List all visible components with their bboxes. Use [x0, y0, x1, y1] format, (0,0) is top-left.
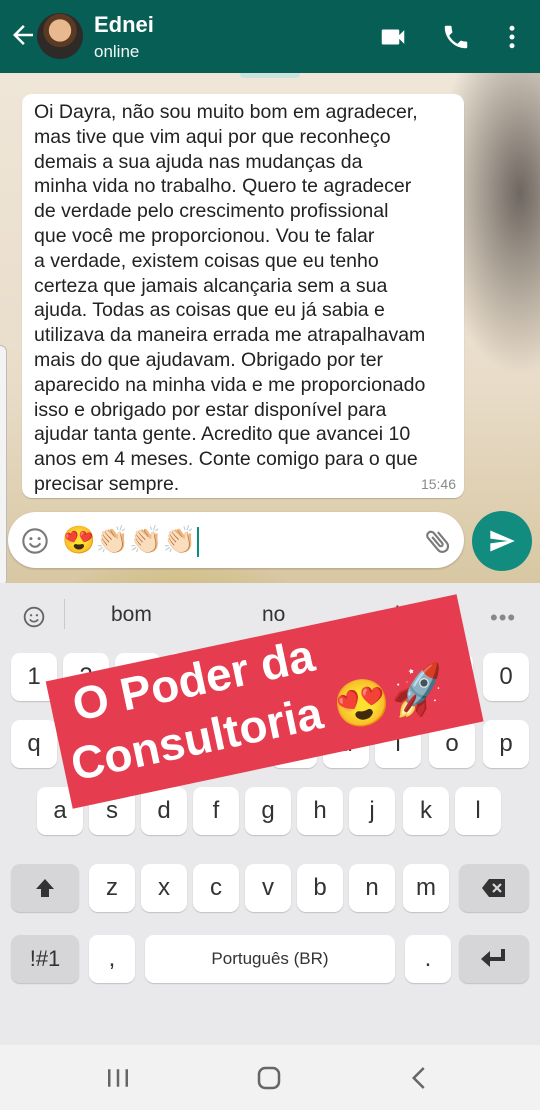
emoji-toggle-icon[interactable] [20, 603, 48, 631]
arrow-left-icon[interactable] [8, 20, 38, 50]
key[interactable]: v [245, 864, 291, 912]
enter-icon [481, 949, 505, 967]
message-time: 15:46 [420, 476, 456, 492]
avatar[interactable] [37, 13, 83, 59]
more-vert-icon[interactable] [497, 22, 527, 52]
contact-name[interactable]: Ednei [94, 12, 154, 38]
chat-header: Ednei online [0, 0, 540, 73]
key[interactable]: l [455, 787, 501, 835]
text-caret [197, 526, 200, 557]
key[interactable]: g [245, 787, 291, 835]
key[interactable]: k [403, 787, 449, 835]
period-key[interactable]: . [405, 935, 451, 983]
message-text: Oi Dayra, não sou muito bom em agradecer… [34, 101, 426, 495]
key[interactable]: f [193, 787, 239, 835]
key[interactable]: m [403, 864, 449, 912]
key[interactable]: j [349, 787, 395, 835]
key[interactable]: x [141, 864, 187, 912]
edge-panel-handle[interactable] [0, 345, 7, 587]
key[interactable]: z [89, 864, 135, 912]
suggestion-1[interactable]: bom [111, 603, 152, 627]
backspace-icon [482, 879, 505, 897]
system-nav-bar [0, 1045, 540, 1110]
message-input[interactable]: 😍👏🏻👏🏻👏🏻 [62, 522, 200, 558]
suggestion-divider [64, 599, 65, 629]
message-input-value: 😍👏🏻👏🏻👏🏻 [62, 525, 197, 555]
space-key[interactable]: Português (BR) [145, 935, 395, 983]
key[interactable]: n [349, 864, 395, 912]
message-bubble[interactable]: Oi Dayra, não sou muito bom em agradecer… [22, 94, 464, 498]
video-camera-icon[interactable] [378, 22, 408, 52]
send-button[interactable] [472, 511, 532, 571]
key[interactable]: b [297, 864, 343, 912]
paperclip-icon[interactable] [423, 526, 453, 556]
home-icon[interactable] [254, 1063, 284, 1093]
scroll-hint [240, 73, 300, 78]
recent-apps-icon[interactable] [103, 1063, 133, 1093]
phone-icon[interactable] [441, 22, 471, 52]
shift-icon [36, 879, 54, 897]
back-nav-icon[interactable] [405, 1063, 435, 1093]
backspace-key[interactable] [459, 864, 529, 912]
enter-key[interactable] [459, 935, 529, 983]
send-icon [490, 530, 515, 552]
more-options-icon[interactable]: ••• [490, 605, 516, 631]
comma-key[interactable]: , [89, 935, 135, 983]
emoji-icon[interactable] [21, 527, 49, 555]
key[interactable]: c [193, 864, 239, 912]
key[interactable]: h [297, 787, 343, 835]
symbols-key[interactable]: !#1 [11, 935, 79, 983]
contact-status: online [94, 42, 140, 61]
message-composer[interactable]: 😍👏🏻👏🏻👏🏻 [8, 512, 464, 568]
shift-key[interactable] [11, 864, 79, 912]
